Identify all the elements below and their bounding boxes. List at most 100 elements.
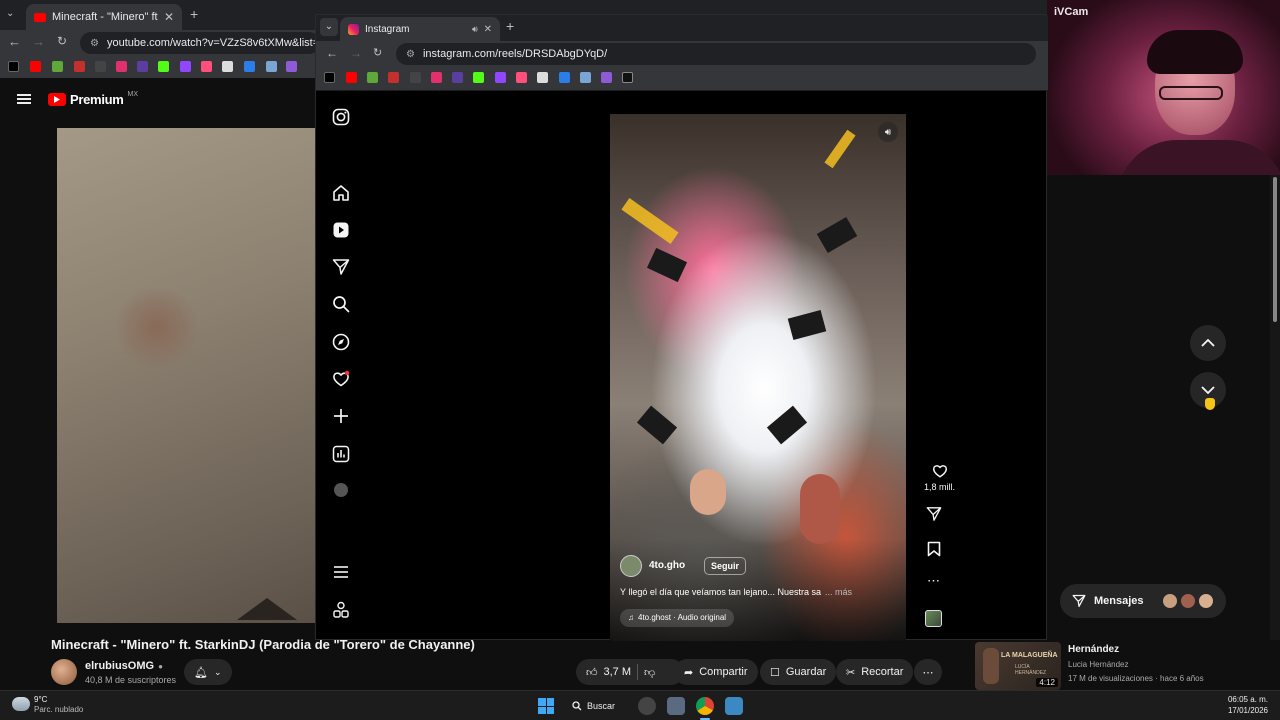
notifications-heart-icon[interactable] xyxy=(332,370,350,388)
explore-compass-icon[interactable] xyxy=(332,333,350,351)
scrollbar-thumb[interactable] xyxy=(1273,177,1277,322)
weather-description[interactable]: Parc. nublado xyxy=(34,705,83,714)
bookmark-instagram-icon[interactable] xyxy=(116,61,127,72)
taskbar-app-icon[interactable] xyxy=(638,697,656,715)
bookmark-x-icon[interactable] xyxy=(8,61,19,72)
close-tab-icon[interactable]: ✕ xyxy=(164,10,174,24)
profile-avatar[interactable] xyxy=(334,483,348,497)
bookmark-gray-icon[interactable] xyxy=(266,61,277,72)
youtube-scrollbar[interactable] xyxy=(1270,175,1280,640)
bookmark-pink-icon[interactable] xyxy=(201,61,212,72)
weather-temperature[interactable]: 9°C xyxy=(34,695,47,704)
search-icon[interactable] xyxy=(332,295,350,313)
reel-audio-pill[interactable]: ♫ 4to.ghost · Audio original xyxy=(620,609,735,627)
more-options-icon[interactable]: ⋯ xyxy=(927,573,940,589)
messages-button[interactable]: Mensajes xyxy=(1060,584,1226,618)
bookmark-youtube-icon[interactable] xyxy=(346,72,357,83)
bookmark-kick-icon[interactable] xyxy=(158,61,169,72)
bookmark-s-icon[interactable] xyxy=(410,72,421,83)
channel-avatar[interactable] xyxy=(51,659,77,685)
follow-button[interactable]: Seguir xyxy=(704,557,747,575)
forward-arrow-icon[interactable]: → xyxy=(32,34,45,49)
bookmark-violet-icon[interactable] xyxy=(286,61,297,72)
messages-send-icon[interactable] xyxy=(332,258,350,276)
back-arrow-icon[interactable]: ← xyxy=(326,46,338,60)
share-button[interactable]: ➦ Compartir xyxy=(674,659,758,685)
mute-toggle-speaker-icon[interactable]: 🔊︎ xyxy=(878,122,898,142)
home-icon[interactable] xyxy=(332,184,350,202)
bookmark-purple-icon[interactable] xyxy=(452,72,463,83)
forward-arrow-icon[interactable]: → xyxy=(350,46,362,60)
bookmark-red-icon[interactable] xyxy=(388,72,399,83)
youtube-premium-logo[interactable]: Premium MX xyxy=(48,91,138,107)
also-from-meta-icon[interactable] xyxy=(332,601,350,619)
reel-video[interactable]: 🔊︎ 4to.gho Seguir Y llegó el día que veí… xyxy=(610,114,906,641)
bookmark-gray-icon[interactable] xyxy=(580,72,591,83)
tab-search-icon[interactable]: ⌄ xyxy=(320,18,338,36)
save-button[interactable]: ☐ Guardar xyxy=(760,659,837,685)
reload-icon[interactable]: ↻ xyxy=(57,34,67,48)
bookmark-shopify-icon[interactable] xyxy=(367,72,378,83)
tab-instagram[interactable]: Instagram 🔊︎ ✕ xyxy=(340,17,500,41)
bookmark-purple-icon[interactable] xyxy=(137,61,148,72)
clock-time[interactable]: 06:05 a. m. xyxy=(1180,695,1268,704)
bookmark-tiktok-icon[interactable] xyxy=(622,72,633,83)
bookmark-instagram-icon[interactable] xyxy=(431,72,442,83)
bookmark-kick-icon[interactable] xyxy=(473,72,484,83)
taskbar-search[interactable]: Buscar xyxy=(572,696,615,716)
menu-icon[interactable] xyxy=(17,92,31,106)
weather-cloud-icon[interactable] xyxy=(12,697,30,711)
bookmark-blue-icon[interactable] xyxy=(559,72,570,83)
chrome-icon[interactable] xyxy=(696,697,714,715)
reload-icon[interactable]: ↻ xyxy=(373,46,382,59)
youtube-url-field[interactable]: ⚙ youtube.com/watch?v=VZzS8v6tXMw&list=R… xyxy=(80,32,320,54)
bookmark-blue-icon[interactable] xyxy=(244,61,255,72)
youtube-video-player[interactable] xyxy=(57,128,315,623)
close-tab-icon[interactable]: ✕ xyxy=(484,24,492,35)
tab-youtube[interactable]: Minecraft - "Minero" ft. Starkin ✕ xyxy=(26,4,182,30)
reel-author-username[interactable]: 4to.gho xyxy=(649,560,685,571)
related-video-title[interactable]: Hernández xyxy=(1068,644,1119,655)
taskbar-app-icon[interactable] xyxy=(725,697,743,715)
previous-reel-button[interactable] xyxy=(1190,325,1226,361)
instagram-url-field[interactable]: ⚙ instagram.com/reels/DRSDAbgDYqD/ xyxy=(396,43,1036,65)
share-send-icon[interactable] xyxy=(926,506,942,522)
bookmark-x-icon[interactable] xyxy=(324,72,335,83)
caption-more-link[interactable]: ... más xyxy=(825,587,852,597)
like-button[interactable]: 👍︎ 3,7 M xyxy=(586,666,631,679)
like-action[interactable]: 1,8 mill. xyxy=(924,463,955,492)
back-arrow-icon[interactable]: ← xyxy=(8,34,21,49)
tab-audio-icon[interactable]: 🔊︎ xyxy=(472,24,478,35)
bookmark-youtube-icon[interactable] xyxy=(30,61,41,72)
more-actions-button[interactable]: ⋯ xyxy=(914,659,942,685)
insights-chart-icon[interactable] xyxy=(332,445,350,463)
bookmark-pink-icon[interactable] xyxy=(516,72,527,83)
bookmark-s-icon[interactable] xyxy=(95,61,106,72)
new-tab-icon[interactable]: + xyxy=(190,6,198,22)
new-tab-icon[interactable]: + xyxy=(506,18,514,34)
clip-button[interactable]: ✂ Recortar xyxy=(836,659,914,685)
bookmark-violet-icon[interactable] xyxy=(601,72,612,83)
reel-author-avatar[interactable] xyxy=(620,555,642,577)
related-video-thumbnail[interactable]: LA MALAGUEÑA LUCÍA HERNÁNDEZ 4:12 xyxy=(975,642,1061,690)
tab-list-chevron-icon[interactable]: ⌄ xyxy=(6,8,14,19)
more-menu-icon[interactable] xyxy=(332,563,350,581)
clock-date[interactable]: 17/01/2026 xyxy=(1180,706,1268,715)
subscribe-bell-button[interactable]: 🔔︎ ⌄ xyxy=(184,659,232,685)
channel-name-row[interactable]: elrubiusOMG ● xyxy=(85,660,163,672)
audio-thumbnail[interactable] xyxy=(925,610,942,627)
instagram-logo-icon[interactable] xyxy=(332,108,350,126)
bookmark-red-icon[interactable] xyxy=(74,61,85,72)
related-video-channel[interactable]: Lucia Hernández xyxy=(1068,660,1128,669)
reels-icon[interactable] xyxy=(332,221,350,239)
bookmark-w-icon[interactable] xyxy=(537,72,548,83)
bookmark-shopify-icon[interactable] xyxy=(52,61,63,72)
bookmark-twitch-icon[interactable] xyxy=(180,61,191,72)
dislike-button[interactable]: 👎︎ xyxy=(644,666,655,679)
bookmark-twitch-icon[interactable] xyxy=(495,72,506,83)
windows-start-icon[interactable] xyxy=(538,698,554,714)
create-plus-icon[interactable] xyxy=(332,407,350,425)
settings-gear-icon[interactable] xyxy=(667,697,685,715)
bookmark-w-icon[interactable] xyxy=(222,61,233,72)
save-bookmark-icon[interactable] xyxy=(927,541,941,557)
